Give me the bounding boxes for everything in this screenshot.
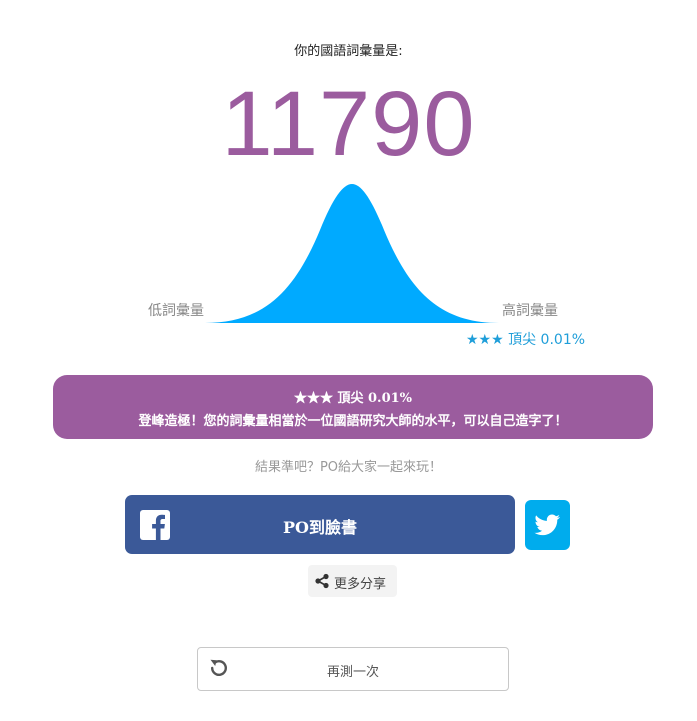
- more-share-button[interactable]: 更多分享: [308, 565, 397, 597]
- facebook-share-label: PO到臉書: [283, 518, 357, 537]
- more-share-label: 更多分享: [334, 577, 387, 592]
- result-rank: ★★★ 頂尖 0.01%: [293, 391, 413, 406]
- result-heading: 你的國語詞彙量是:: [294, 44, 403, 59]
- retry-label: 再測一次: [326, 665, 379, 680]
- result-summary-box: ★★★ 頂尖 0.01% 登峰造極！您的詞彙量相當於一位國語研究大師的水平，可以…: [53, 375, 653, 439]
- facebook-share-button[interactable]: PO到臉書: [125, 495, 515, 554]
- vocabulary-score: 11790: [221, 73, 476, 175]
- result-description: 登峰造極！您的詞彙量相當於一位國語研究大師的水平，可以自己造字了！: [138, 414, 568, 429]
- twitter-share-button[interactable]: [525, 500, 570, 550]
- retry-button[interactable]: 再測一次: [197, 647, 509, 691]
- twitter-icon: [534, 514, 561, 536]
- high-vocabulary-label: 高詞彙量: [502, 303, 558, 319]
- low-vocabulary-label: 低詞彙量: [148, 303, 204, 319]
- rank-indicator: ★★★ 頂尖 0.01%: [466, 332, 586, 348]
- share-icon: [315, 573, 329, 589]
- share-prompt: 結果準吧？PO給大家一起來玩！: [254, 460, 443, 475]
- result-page: 你的國語詞彙量是: 11790 低詞彙量 高詞彙量 ★★★ 頂尖 0.01% ★…: [0, 0, 697, 721]
- distribution-curve: [205, 184, 499, 323]
- bell-curve-shape: [205, 184, 499, 323]
